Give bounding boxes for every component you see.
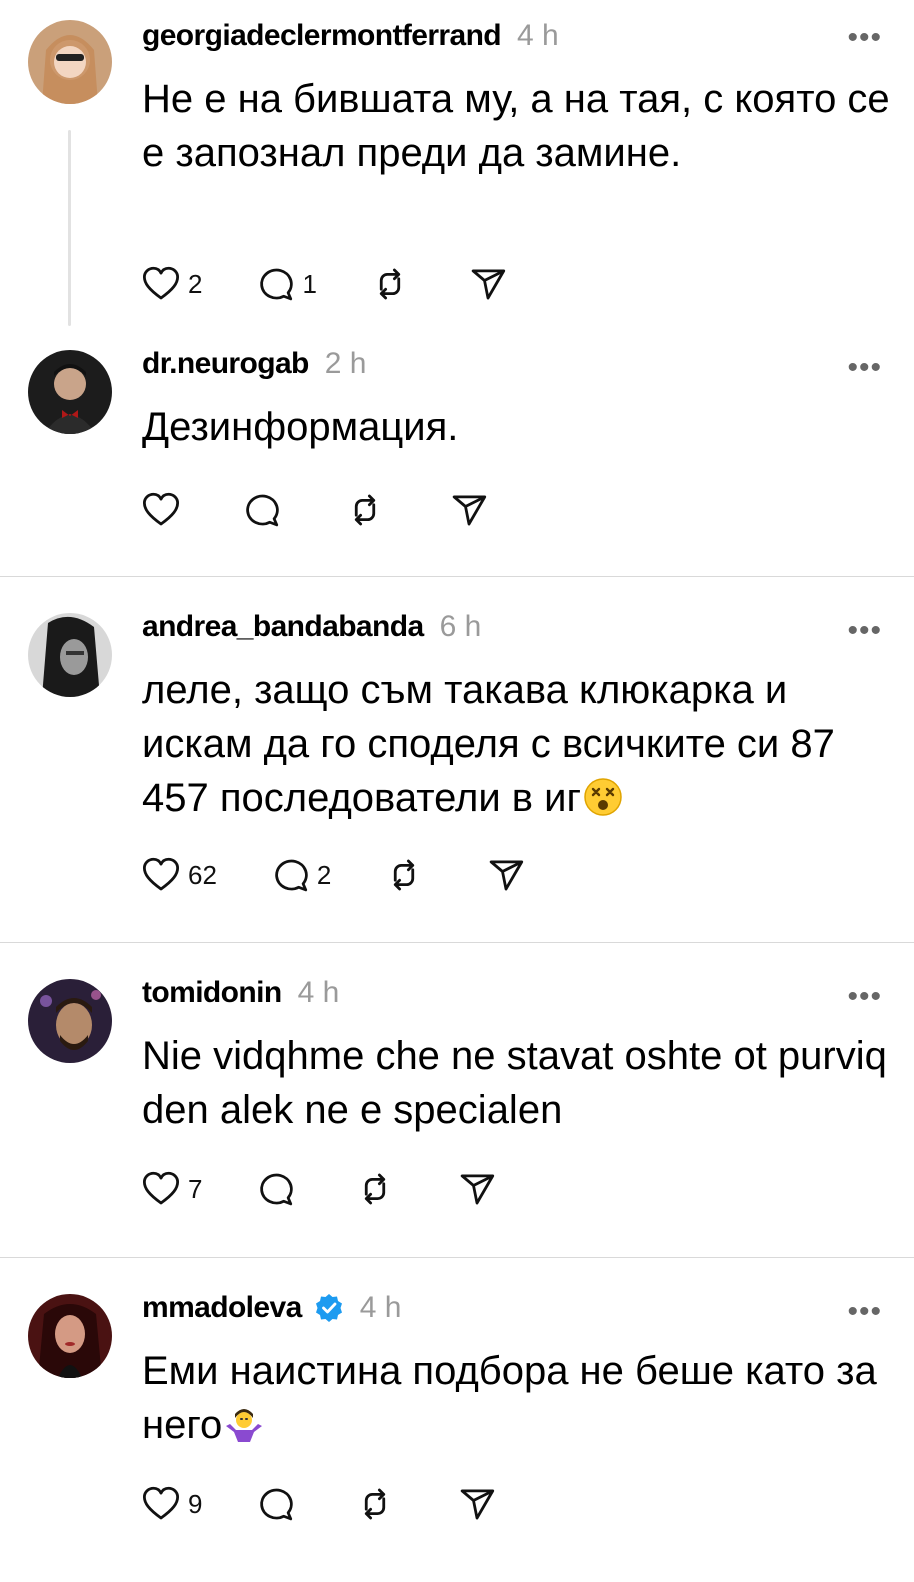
like-button[interactable]: 7 <box>140 1168 202 1210</box>
post: andrea_bandabanda 6 h ••• леле, защо съм… <box>0 577 914 943</box>
post-text-body: леле, защо съм такава клюкарка и искам д… <box>142 668 835 820</box>
repost-icon <box>354 1168 396 1210</box>
reply-button[interactable] <box>254 1483 296 1525</box>
post-header: tomidonin 4 h <box>142 973 339 1013</box>
post-header: andrea_bandabanda 6 h <box>142 607 481 647</box>
share-button[interactable] <box>456 1483 498 1525</box>
username[interactable]: dr.neurogab <box>142 347 309 381</box>
timestamp: 4 h <box>517 19 559 52</box>
repost-button[interactable] <box>354 1168 396 1210</box>
repost-icon <box>383 854 425 896</box>
reply-count: 1 <box>302 268 317 299</box>
comment-icon <box>254 1168 296 1210</box>
repost-icon <box>344 489 386 531</box>
heart-icon <box>140 489 182 531</box>
post-text: Дезинформация. <box>142 405 459 449</box>
repost-icon <box>354 1483 396 1525</box>
username[interactable]: tomidonin <box>142 976 282 1010</box>
post-header: dr.neurogab 2 h <box>142 344 366 384</box>
share-button[interactable] <box>485 854 527 896</box>
share-button[interactable] <box>448 489 490 531</box>
send-icon <box>456 1168 498 1210</box>
dizzy-face-emoji-icon <box>583 777 623 831</box>
post-text: Не е на бившата му, а на тая, с която се… <box>142 77 890 175</box>
share-button[interactable] <box>456 1168 498 1210</box>
avatar[interactable] <box>28 979 112 1063</box>
comment-icon <box>240 489 282 531</box>
post-header: mmadoleva 4 h <box>142 1288 401 1328</box>
thread-line <box>68 130 71 326</box>
heart-icon <box>140 854 182 896</box>
more-options-icon[interactable]: ••• <box>847 982 882 1012</box>
post-header: georgiadeclermontferrand 4 h <box>142 16 559 56</box>
action-bar: 62 2 <box>140 853 527 897</box>
reply-count: 2 <box>316 859 332 890</box>
heart-icon <box>140 263 182 305</box>
avatar[interactable] <box>28 613 112 697</box>
username[interactable]: mmadoleva <box>142 1291 302 1325</box>
repost-button[interactable] <box>383 854 425 896</box>
repost-button[interactable] <box>354 1483 396 1525</box>
more-options-icon[interactable]: ••• <box>847 353 882 383</box>
username[interactable]: georgiadeclermontferrand <box>142 19 502 53</box>
share-button[interactable] <box>467 263 509 305</box>
post: tomidonin 4 h ••• Nie vidqhme che ne sta… <box>0 943 914 1257</box>
like-button[interactable]: 62 <box>140 854 217 896</box>
comment-icon <box>254 1483 296 1525</box>
repost-icon <box>369 263 411 305</box>
send-icon <box>448 489 490 531</box>
more-options-icon[interactable]: ••• <box>847 1297 882 1327</box>
heart-icon <box>140 1483 182 1525</box>
like-button[interactable] <box>140 489 182 531</box>
post-text: леле, защо съм такава клюкарка и искам д… <box>142 663 890 831</box>
timestamp: 2 h <box>324 347 367 380</box>
reply-button[interactable] <box>254 1168 296 1210</box>
avatar[interactable] <box>28 350 112 434</box>
action-bar <box>140 488 490 532</box>
like-count: 9 <box>188 1488 203 1519</box>
more-options-icon[interactable]: ••• <box>847 23 882 53</box>
reply-button[interactable]: 1 <box>254 263 317 305</box>
like-count: 7 <box>188 1173 203 1204</box>
action-bar: 9 <box>140 1482 498 1526</box>
reply-button[interactable]: 2 <box>269 854 331 896</box>
like-count: 2 <box>188 268 203 299</box>
username[interactable]: andrea_bandabanda <box>142 610 424 644</box>
send-icon <box>456 1483 498 1525</box>
avatar[interactable] <box>28 20 112 104</box>
more-options-icon[interactable]: ••• <box>847 616 882 646</box>
reply-button[interactable] <box>240 489 282 531</box>
comment-icon <box>269 854 311 896</box>
comment-icon <box>254 263 296 305</box>
action-bar: 2 1 <box>140 262 509 306</box>
like-button[interactable]: 9 <box>140 1483 202 1525</box>
timestamp: 4 h <box>359 1291 402 1324</box>
heart-icon <box>140 1168 182 1210</box>
timestamp: 6 h <box>439 610 482 643</box>
send-icon <box>467 263 509 305</box>
repost-button[interactable] <box>344 489 386 531</box>
action-bar: 7 <box>140 1167 498 1211</box>
post: dr.neurogab 2 h ••• Дезинформация. <box>0 340 914 576</box>
avatar[interactable] <box>28 1294 112 1378</box>
post: mmadoleva 4 h ••• Еми наистина подбора н… <box>0 1258 914 1582</box>
verified-badge-icon <box>314 1293 344 1323</box>
post-text: Еми наистина подбора не беше като за нег… <box>142 1344 890 1458</box>
timestamp: 4 h <box>297 976 340 1009</box>
send-icon <box>485 854 527 896</box>
post-text: Nie vidqhme che ne stavat oshte ot purvi… <box>142 1034 887 1132</box>
post: georgiadeclermontferrand 4 h ••• Не е на… <box>0 0 914 340</box>
like-button[interactable]: 2 <box>140 263 202 305</box>
person-shrugging-emoji-icon <box>224 1404 264 1458</box>
repost-button[interactable] <box>369 263 411 305</box>
like-count: 62 <box>188 859 217 890</box>
